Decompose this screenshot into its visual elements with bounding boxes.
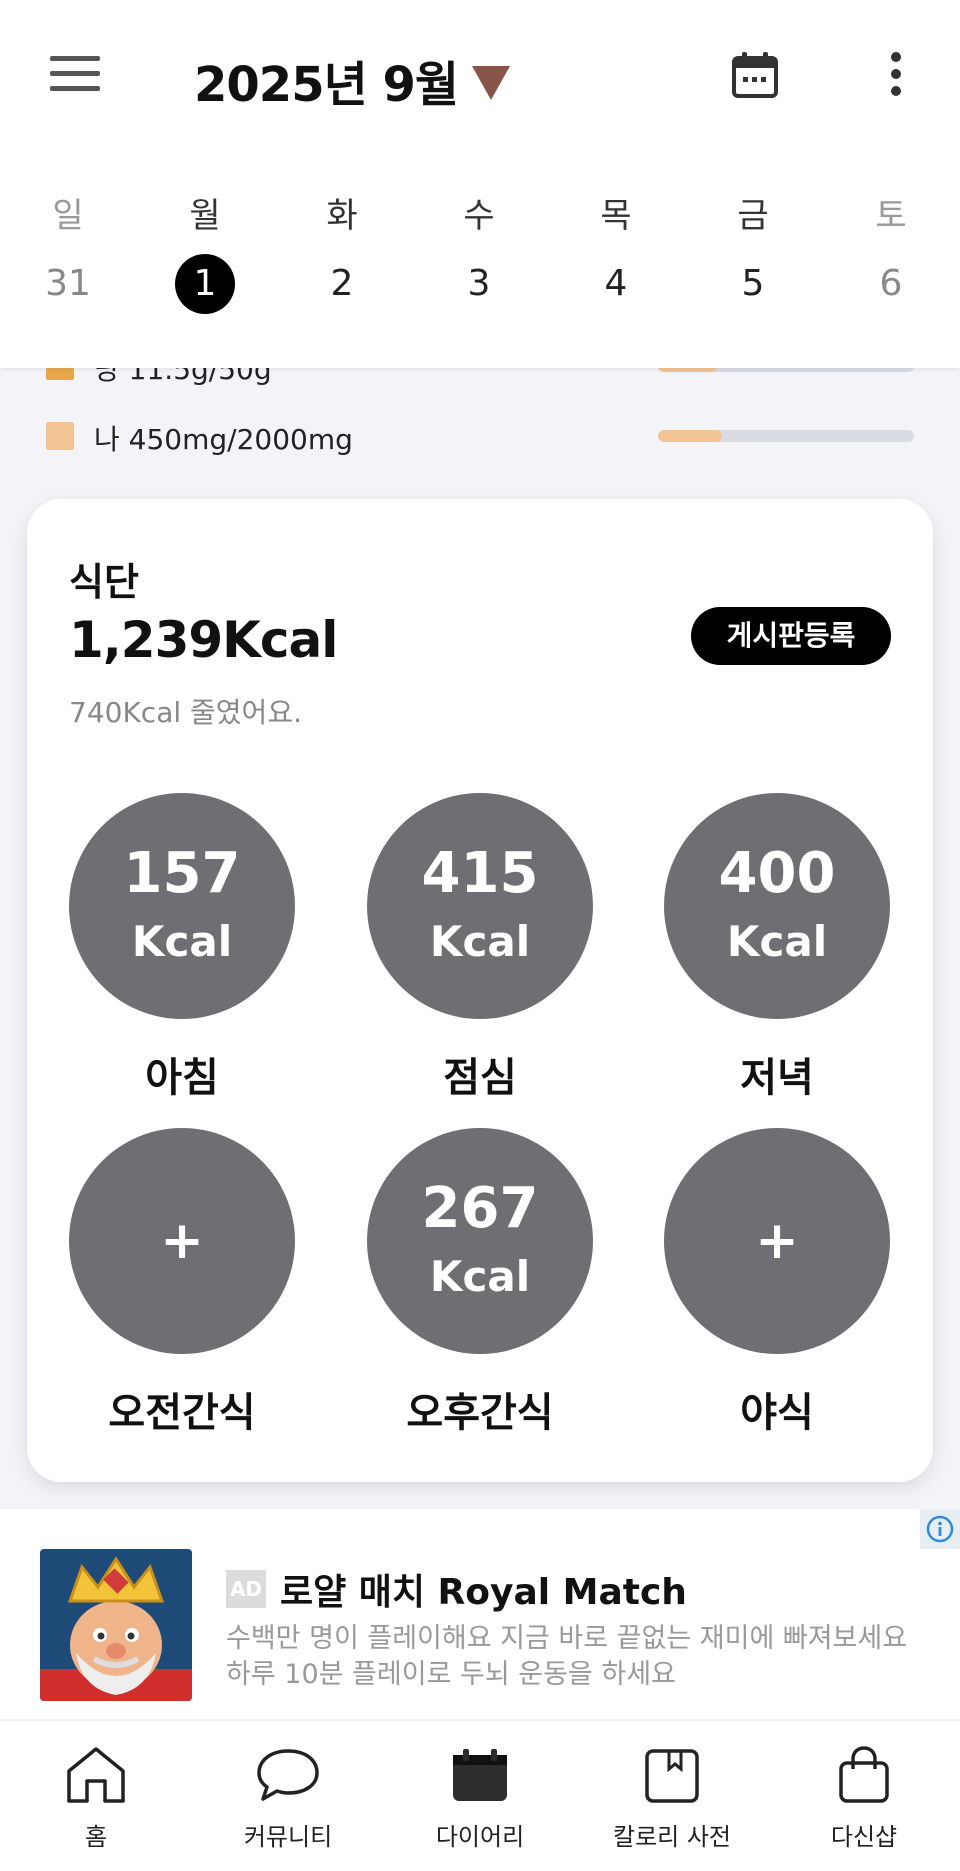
meal-kcal-value: 400 (718, 841, 836, 906)
meal-kcal-value: 267 (421, 1176, 539, 1241)
nutrient-progress-fill (658, 430, 722, 442)
home-icon (67, 1747, 125, 1803)
hamburger-menu-icon[interactable] (50, 56, 102, 92)
nav-home[interactable]: 홈 (16, 1745, 176, 1852)
meal-breakfast[interactable]: 157 Kcal 아침 (69, 793, 295, 1103)
nutrient-progress-bar (658, 430, 914, 442)
selected-date-label: 1 (175, 254, 235, 314)
diet-reduction-text: 740Kcal 줄였어요. (69, 696, 302, 729)
meal-circle: 157 Kcal (69, 793, 295, 1019)
nutrient-color-swatch (46, 422, 74, 450)
post-to-board-button[interactable]: 게시판등록 (691, 607, 891, 665)
ad-title-row: AD 로얄 매치 Royal Match (226, 1563, 687, 1615)
meal-kcal-unit: Kcal (429, 1252, 531, 1301)
weekday-mon: 월 (189, 196, 221, 236)
ad-badge: AD (226, 1570, 266, 1608)
meal-dinner[interactable]: 400 Kcal 저녁 (664, 793, 890, 1103)
meal-kcal-unit: Kcal (726, 917, 828, 966)
diet-total-kcal: 1,239Kcal (69, 611, 338, 669)
weekday-sun: 일 (52, 196, 84, 236)
weekday-tue: 화 (326, 196, 358, 236)
meal-label: 아침 (145, 1055, 219, 1101)
meal-label: 저녁 (740, 1055, 814, 1101)
nav-diary[interactable]: 다이어리 (400, 1745, 560, 1852)
month-title: 2025년 9월 (194, 57, 459, 113)
diet-card: 식단 1,239Kcal 740Kcal 줄였어요. 게시판등록 157 Kca… (27, 499, 933, 1482)
weekday-fri: 금 (737, 196, 769, 236)
ad-info-icon[interactable] (920, 1509, 960, 1549)
meal-kcal-unit: Kcal (429, 917, 531, 966)
add-meal-icon: + (755, 1211, 799, 1271)
meal-label: 오전간식 (108, 1390, 256, 1436)
book-icon (645, 1749, 699, 1803)
meal-circle: 267 Kcal (367, 1128, 593, 1354)
meal-morning-snack[interactable]: + 오전간식 (69, 1128, 295, 1438)
more-vertical-icon[interactable] (888, 50, 904, 98)
date-cell[interactable]: 3 (439, 254, 519, 314)
meal-label: 야식 (740, 1390, 814, 1436)
date-cell[interactable]: 5 (713, 254, 793, 314)
nutrient-label: 나 450mg/2000mg (94, 423, 353, 456)
nav-label: 칼로리 사전 (612, 1823, 732, 1851)
ad-banner[interactable]: AD 로얄 매치 Royal Match 수백만 명이 플레이해요 지금 바로 … (0, 1509, 960, 1719)
date-cell[interactable]: 4 (576, 254, 656, 314)
meal-kcal-unit: Kcal (131, 917, 233, 966)
weekday-sat: 토 (875, 196, 907, 236)
ad-description: 수백만 명이 플레이해요 지금 바로 끝없는 재미에 빠져보세요 하루 10분 … (226, 1623, 908, 1690)
calendar-icon[interactable] (732, 50, 778, 98)
nav-label: 다이어리 (435, 1823, 525, 1851)
nav-shop[interactable]: 다신샵 (784, 1745, 944, 1852)
nav-community[interactable]: 커뮤니티 (208, 1745, 368, 1852)
meal-kcal-value: 415 (421, 841, 539, 906)
ad-game-thumbnail[interactable] (40, 1549, 192, 1701)
meal-kcal-value: 157 (123, 841, 241, 906)
meal-afternoon-snack[interactable]: 267 Kcal 오후간식 (367, 1128, 593, 1438)
meal-lunch[interactable]: 415 Kcal 점심 (367, 793, 593, 1103)
month-selector[interactable]: 2025년 9월 (194, 45, 511, 115)
meal-circle: + (69, 1128, 295, 1354)
diary-calendar-icon (453, 1749, 507, 1801)
nav-label: 다신샵 (830, 1823, 898, 1851)
meal-circle: 400 Kcal (664, 793, 890, 1019)
ad-title[interactable]: 로얄 매치 Royal Match (280, 1563, 687, 1615)
nav-calorie-dictionary[interactable]: 칼로리 사전 (592, 1745, 752, 1852)
dropdown-triangle-icon (472, 66, 511, 100)
bottom-navigation: 홈 커뮤니티 다이어리 칼로리 사전 다신샵 (0, 1720, 960, 1871)
add-meal-icon: + (160, 1211, 204, 1271)
nav-label: 홈 (84, 1823, 108, 1851)
date-cell-selected[interactable]: 1 (165, 254, 245, 314)
meal-circle: + (664, 1128, 890, 1354)
meal-circle: 415 Kcal (367, 793, 593, 1019)
meal-label: 점심 (443, 1055, 517, 1101)
weekday-thu: 목 (600, 196, 632, 236)
shopping-bag-icon (839, 1746, 889, 1803)
nutrient-row-sodium: 나 450mg/2000mg (0, 420, 960, 460)
meal-night-snack[interactable]: + 야식 (664, 1128, 890, 1438)
meal-label: 오후간식 (406, 1390, 554, 1436)
nav-label: 커뮤니티 (243, 1823, 333, 1851)
date-cell[interactable]: 6 (851, 254, 931, 314)
diet-title: 식단 (69, 560, 139, 604)
date-cell[interactable]: 31 (28, 254, 108, 314)
top-bar: 2025년 9월 일 월 화 수 목 금 토 31 1 2 3 4 5 6 (0, 0, 960, 368)
date-cell[interactable]: 2 (302, 254, 382, 314)
weekday-wed: 수 (463, 196, 495, 236)
chat-bubble-icon (257, 1749, 319, 1801)
